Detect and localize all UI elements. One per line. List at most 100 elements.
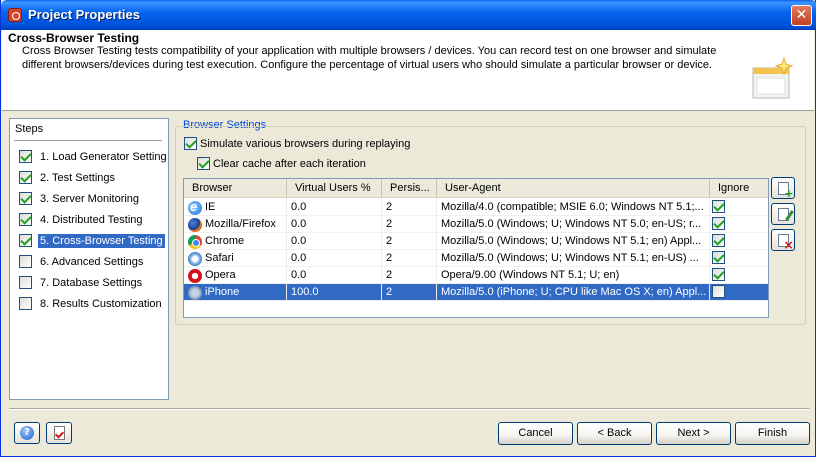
next-button[interactable]: Next > xyxy=(656,422,731,445)
footer-divider xyxy=(9,408,809,410)
step-checkbox[interactable] xyxy=(19,276,32,289)
browser-cell: Mozilla/Firefox xyxy=(184,216,287,233)
user-agent-cell[interactable]: Mozilla/5.0 (Windows; U; Windows NT 5.0;… xyxy=(437,216,710,233)
ignore-checkbox[interactable] xyxy=(712,285,725,298)
step-checkbox[interactable] xyxy=(19,297,32,310)
virtual-users-cell[interactable]: 0.0 xyxy=(287,233,382,250)
step-label: 6. Advanced Settings xyxy=(40,255,144,268)
table-row[interactable]: IE 0.02Mozilla/4.0 (compatible; MSIE 6.0;… xyxy=(184,199,768,216)
user-agent-cell[interactable]: Opera/9.00 (Windows NT 5.1; U; en) xyxy=(437,267,710,284)
step-item[interactable]: 7. Database Settings xyxy=(19,274,169,291)
steps-divider xyxy=(14,140,162,141)
persist-cell[interactable]: 2 xyxy=(382,250,437,267)
back-button[interactable]: < Back xyxy=(577,422,652,445)
browser-name: Safari xyxy=(205,252,234,264)
table-row[interactable]: iPhone 100.0 2 Mozilla/5.0 (iPhone; U; CPU … xyxy=(184,284,768,301)
wizard-header: Cross-Browser Testing Cross Browser Test… xyxy=(2,30,814,111)
step-item[interactable]: 2. Test Settings xyxy=(19,169,169,186)
browser-cell: IE xyxy=(184,199,287,216)
ignore-checkbox[interactable] xyxy=(712,251,725,264)
persist-cell[interactable]: 2 xyxy=(382,284,437,301)
virtual-users-cell[interactable]: 0.0 xyxy=(287,250,382,267)
persist-cell[interactable]: 2 xyxy=(382,233,437,250)
virtual-users-cell[interactable]: 100.0 xyxy=(287,284,382,301)
user-agent-cell[interactable]: Mozilla/5.0 (Windows; U; Windows NT 5.1;… xyxy=(437,233,710,250)
simulate-browsers-option[interactable]: Simulate various browsers during replayi… xyxy=(184,137,410,150)
ignore-cell xyxy=(710,250,768,267)
simulate-browsers-checkbox[interactable] xyxy=(184,137,197,150)
ignore-checkbox[interactable] xyxy=(712,200,725,213)
persist-cell[interactable]: 2 xyxy=(382,267,437,284)
browser-name: Opera xyxy=(205,269,236,281)
close-button[interactable]: ✕ xyxy=(791,5,812,26)
user-agent-cell[interactable]: Mozilla/5.0 (iPhone; U; CPU like Mac OS … xyxy=(437,284,710,301)
table-row[interactable]: Chrome 0.0 2 Mozilla/5.0 (Windows; U; Windo… xyxy=(184,233,768,250)
chrome-icon xyxy=(188,234,202,249)
firefox-icon xyxy=(188,217,202,232)
ignore-cell xyxy=(710,267,768,284)
ignore-cell xyxy=(710,199,768,216)
window-title: Project Properties xyxy=(28,7,140,22)
wizard-window-icon xyxy=(752,56,794,99)
browser-cell: iPhone xyxy=(184,284,287,301)
step-checkbox[interactable] xyxy=(19,255,32,268)
persist-cell[interactable]: 2 xyxy=(382,216,437,233)
page-description: Cross Browser Testing tests compatibilit… xyxy=(22,45,717,71)
step-item[interactable]: 3. Server Monitoring xyxy=(19,190,169,207)
step-item[interactable]: 8. Results Customization xyxy=(19,295,169,312)
column-header-ignore[interactable]: Ignore xyxy=(710,179,768,197)
browser-name: iPhone xyxy=(205,286,240,298)
add-browser-button[interactable] xyxy=(771,177,795,200)
step-label: 3. Server Monitoring xyxy=(40,192,140,205)
report-icon xyxy=(53,426,65,440)
step-label: 5. Cross-Browser Testing xyxy=(38,233,165,248)
column-header-virtual-users[interactable]: Virtual Users % xyxy=(287,179,382,197)
simulate-browsers-label: Simulate various browsers during replayi… xyxy=(200,137,411,150)
step-checkbox[interactable] xyxy=(19,192,32,205)
iphone-icon xyxy=(188,285,202,300)
delete-browser-button[interactable] xyxy=(771,229,795,252)
persist-cell[interactable]: 2 xyxy=(382,199,437,216)
step-label: 8. Results Customization xyxy=(40,297,162,310)
user-agent-cell[interactable]: Mozilla/5.0 (Windows; U; Windows NT 5.1;… xyxy=(437,250,710,267)
table-header: Browser Virtual Users % Persis... User-A… xyxy=(184,179,768,198)
clear-cache-option[interactable]: Clear cache after each iteration xyxy=(197,157,366,170)
step-checkbox[interactable] xyxy=(19,171,32,184)
report-button[interactable] xyxy=(46,422,72,444)
ignore-checkbox[interactable] xyxy=(712,234,725,247)
step-checkbox[interactable] xyxy=(19,234,32,247)
steps-title: Steps xyxy=(15,123,44,135)
ignore-cell xyxy=(710,233,768,250)
user-agent-cell[interactable]: Mozilla/4.0 (compatible; MSIE 6.0; Windo… xyxy=(437,199,710,216)
browser-cell: Chrome xyxy=(184,233,287,250)
ie-icon xyxy=(188,199,202,215)
safari-icon xyxy=(188,251,202,266)
table-row[interactable]: Mozilla/Firefox 0.0 2 Mozilla/5.0 (Windows;… xyxy=(184,216,768,233)
column-header-browser[interactable]: Browser xyxy=(184,179,287,197)
step-checkbox[interactable] xyxy=(19,150,32,163)
virtual-users-cell[interactable]: 0.0 xyxy=(287,216,382,233)
step-label: 1. Load Generator Setting xyxy=(40,150,167,163)
title-bar[interactable]: Project Properties ✕ xyxy=(1,0,816,30)
clear-cache-checkbox[interactable] xyxy=(197,157,210,170)
table-row[interactable]: Opera 0.0 2 Opera/9.00 (Windows NT 5.1; U; … xyxy=(184,267,768,284)
virtual-users-cell[interactable]: 0.0 xyxy=(287,199,382,216)
virtual-users-cell[interactable]: 0.0 xyxy=(287,267,382,284)
step-item[interactable]: 5. Cross-Browser Testing xyxy=(19,232,169,249)
ignore-checkbox[interactable] xyxy=(712,268,725,281)
edit-browser-button[interactable] xyxy=(771,203,795,225)
step-item[interactable]: 1. Load Generator Setting xyxy=(19,148,169,165)
ignore-checkbox[interactable] xyxy=(712,217,725,230)
delete-browser-icon xyxy=(777,233,794,252)
cancel-button[interactable]: Cancel xyxy=(498,422,573,445)
step-item[interactable]: 4. Distributed Testing xyxy=(19,211,169,228)
add-browser-icon xyxy=(777,181,794,200)
column-header-persist[interactable]: Persis... xyxy=(382,179,437,197)
step-checkbox[interactable] xyxy=(19,213,32,226)
clear-cache-label: Clear cache after each iteration xyxy=(213,157,366,170)
table-row[interactable]: Safari 0.0 2 Mozilla/5.0 (Windows; U; Windo… xyxy=(184,250,768,267)
finish-button[interactable]: Finish xyxy=(735,422,810,445)
step-item[interactable]: 6. Advanced Settings xyxy=(19,253,169,270)
column-header-user-agent[interactable]: User-Agent xyxy=(437,179,710,197)
help-button[interactable]: ? xyxy=(14,422,40,444)
